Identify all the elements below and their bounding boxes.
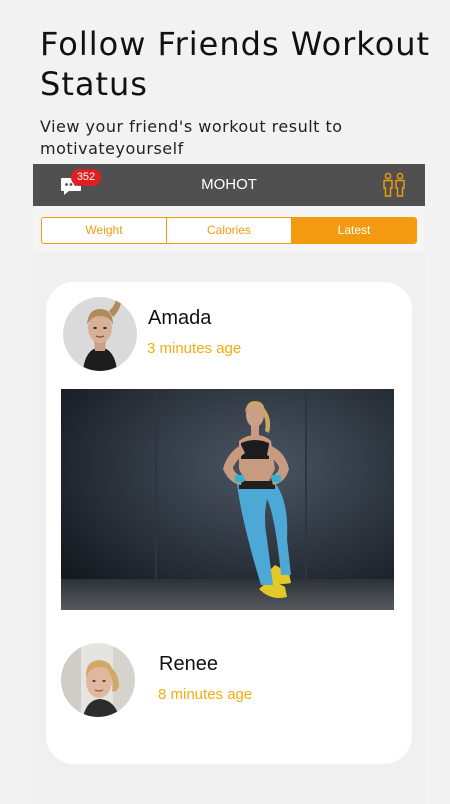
app-title: MOHOT bbox=[201, 176, 257, 193]
app-bar: 352 MOHOT bbox=[33, 164, 425, 206]
avatar-amada[interactable] bbox=[63, 297, 137, 371]
workout-photo[interactable] bbox=[61, 389, 394, 610]
feed-area: Amada 3 minutes age Renee 8 minutes age bbox=[33, 252, 425, 804]
filter-tabs: Weight Calories Latest bbox=[41, 217, 417, 244]
tab-weight[interactable]: Weight bbox=[42, 218, 166, 243]
friends-icon bbox=[383, 172, 405, 197]
friend-feed-card: Amada 3 minutes age Renee 8 minutes age bbox=[46, 282, 412, 764]
tab-latest[interactable]: Latest bbox=[291, 218, 416, 243]
app-screen: 352 MOHOT Weight Calories Latest Amada 3… bbox=[33, 164, 425, 804]
friend-name: Renee bbox=[159, 653, 218, 675]
promo-subtitle: View your friend's workout result to mot… bbox=[40, 117, 343, 158]
post-time: 8 minutes age bbox=[158, 686, 253, 703]
friend-name: Amada bbox=[148, 307, 212, 329]
post-time: 3 minutes age bbox=[147, 340, 242, 357]
tab-calories[interactable]: Calories bbox=[166, 218, 291, 243]
avatar-renee[interactable] bbox=[61, 643, 135, 717]
promo-title: Follow Friends Workout Status bbox=[40, 25, 431, 103]
friends-button[interactable] bbox=[381, 172, 407, 198]
